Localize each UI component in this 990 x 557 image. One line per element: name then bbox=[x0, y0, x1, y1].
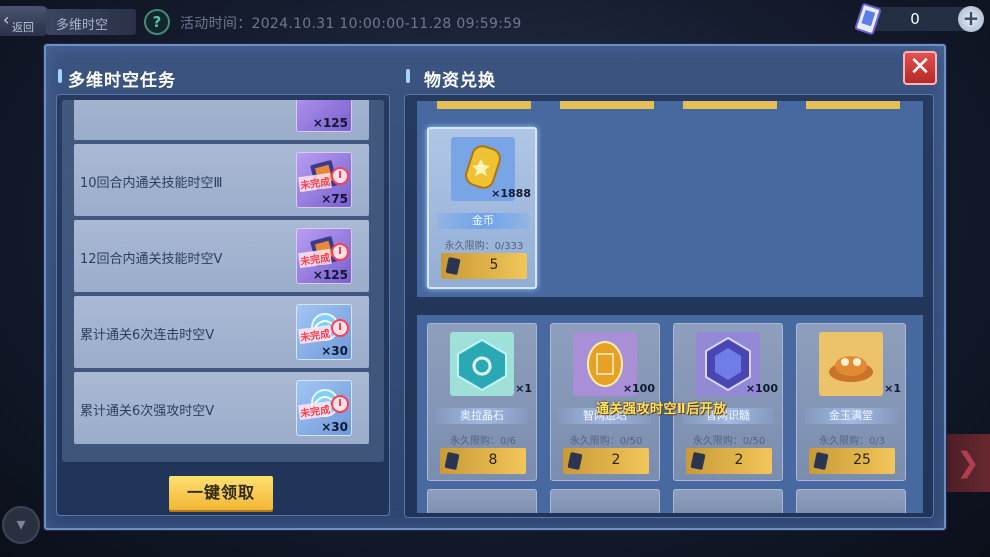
shop-item-card-partial[interactable] bbox=[550, 489, 660, 513]
shop-item-card[interactable]: ×1 金玉满堂 永久限购：0/3 25 bbox=[796, 323, 906, 481]
shop-item-card[interactable]: ×1 奥拉晶石 永久限购：0/6 8 bbox=[427, 323, 537, 481]
ticket-currency-icon bbox=[854, 3, 882, 35]
currency-value: 0 bbox=[910, 10, 920, 28]
card-stub bbox=[560, 101, 654, 109]
card-stub bbox=[437, 101, 531, 109]
feast-dish-icon bbox=[819, 332, 883, 396]
clock-icon bbox=[331, 167, 349, 185]
reward-item[interactable]: 未完成 ×75 bbox=[296, 152, 352, 208]
task-row: 12回合内通关技能时空Ⅴ 未完成 ×125 bbox=[74, 220, 369, 292]
item-name: 金玉满堂 bbox=[805, 408, 897, 424]
shop-item-card[interactable]: ×1888 金币 永久限购：0/333 5 bbox=[427, 127, 537, 289]
purchase-limit: 永久限购：0/333 bbox=[444, 241, 524, 252]
add-currency-button[interactable]: + bbox=[958, 6, 984, 32]
close-button[interactable]: ✕ bbox=[903, 51, 937, 85]
task-list[interactable]: ×125 10回合内通关技能时空Ⅲ 未完成 ×75 12回合内通关技能时空Ⅴ 未… bbox=[62, 100, 384, 462]
price-button[interactable]: 25 bbox=[809, 448, 895, 474]
item-name: 金币 bbox=[437, 213, 529, 229]
item-qty: ×100 bbox=[745, 382, 778, 395]
price-value: 2 bbox=[734, 452, 744, 468]
help-icon[interactable]: ? bbox=[144, 9, 170, 35]
shop-scroll[interactable]: ×1888 金币 永久限购：0/333 5 ×1 奥拉晶石 永久限购：0/6 8 bbox=[417, 101, 923, 513]
price-button[interactable]: 5 bbox=[441, 253, 527, 279]
price-value: 25 bbox=[853, 452, 871, 468]
ticket-currency-icon bbox=[813, 451, 829, 471]
unlock-condition-text: 通关强攻时空Ⅱ后开放 bbox=[596, 402, 727, 417]
back-label: 返回 bbox=[12, 21, 34, 34]
task-name: 10回合内通关技能时空Ⅲ bbox=[80, 176, 223, 191]
reward-item[interactable]: 未完成 ×125 bbox=[296, 228, 352, 284]
title-accent bbox=[406, 69, 410, 83]
top-bar: ‹ 返回 多维时空 ? 活动时间：2024.10.31 10:00:00-11.… bbox=[0, 0, 990, 40]
reward-qty: ×30 bbox=[321, 420, 348, 434]
item-qty: ×1888 bbox=[491, 187, 531, 200]
task-name: 累计通关6次连击时空Ⅴ bbox=[80, 328, 215, 343]
price-value: 2 bbox=[611, 452, 621, 468]
page-title: 多维时空 bbox=[46, 9, 136, 35]
task-row: 10回合内通关技能时空Ⅲ 未完成 ×75 bbox=[74, 144, 369, 216]
price-button[interactable]: 2 bbox=[563, 448, 649, 474]
shop-item-card-partial[interactable] bbox=[673, 489, 783, 513]
claim-all-button[interactable]: 一键领取 bbox=[169, 476, 273, 510]
item-qty: ×100 bbox=[622, 382, 655, 395]
purchase-limit: 永久限购：0/6 bbox=[449, 436, 517, 447]
item-name: 奥拉晶石 bbox=[436, 408, 528, 424]
next-arrow-icon[interactable]: ❯ bbox=[946, 434, 990, 492]
task-panel-title: 多维时空任务 bbox=[68, 71, 176, 91]
clock-icon bbox=[331, 243, 349, 261]
price-button[interactable]: 2 bbox=[686, 448, 772, 474]
clock-icon bbox=[331, 319, 349, 337]
crystal-cube-icon bbox=[450, 332, 514, 396]
ticket-currency-icon bbox=[690, 451, 706, 471]
task-row-partial: ×125 bbox=[74, 100, 369, 140]
reward-qty: ×75 bbox=[321, 192, 348, 206]
ticket-currency-icon bbox=[567, 451, 583, 471]
shop-item-card-partial[interactable] bbox=[796, 489, 906, 513]
clock-icon bbox=[331, 395, 349, 413]
ticket-currency-icon bbox=[444, 451, 460, 471]
reward-qty: ×125 bbox=[312, 116, 348, 130]
card-stub bbox=[806, 101, 900, 109]
reward-item[interactable]: 未完成 ×30 bbox=[296, 380, 352, 436]
purchase-limit: 永久限购：0/50 bbox=[692, 436, 766, 447]
ticket-currency-icon bbox=[445, 256, 461, 276]
reward-qty: ×125 bbox=[312, 268, 348, 282]
item-qty: ×1 bbox=[515, 382, 532, 395]
shop-panel-title: 物资兑换 bbox=[424, 71, 496, 91]
price-value: 8 bbox=[488, 452, 498, 468]
shop-panel[interactable]: ×1888 金币 永久限购：0/333 5 ×1 奥拉晶石 永久限购：0/6 8 bbox=[404, 94, 934, 518]
item-qty: ×1 bbox=[884, 382, 901, 395]
purchase-limit: 永久限购：0/3 bbox=[818, 436, 886, 447]
task-row: 累计通关6次强攻时空Ⅴ 未完成 ×30 bbox=[74, 372, 369, 444]
back-arrow-icon: ‹ bbox=[3, 10, 10, 29]
reward-item[interactable]: ×125 bbox=[296, 100, 352, 132]
task-name: 累计通关6次强攻时空Ⅴ bbox=[80, 404, 215, 419]
purchase-limit: 永久限购：0/50 bbox=[569, 436, 643, 447]
reward-item[interactable]: 未完成 ×30 bbox=[296, 304, 352, 360]
back-button[interactable]: ‹ 返回 bbox=[0, 6, 48, 36]
title-accent bbox=[58, 69, 62, 83]
task-row: 累计通关6次连击时空Ⅴ 未完成 ×30 bbox=[74, 296, 369, 368]
task-name: 12回合内通关技能时空Ⅴ bbox=[80, 252, 223, 267]
reward-qty: ×30 bbox=[321, 344, 348, 358]
price-button[interactable]: 8 bbox=[440, 448, 526, 474]
menu-icon[interactable]: ▾ bbox=[2, 506, 40, 544]
event-time: 活动时间：2024.10.31 10:00:00-11.28 09:59:59 bbox=[180, 16, 522, 32]
shop-item-card-partial[interactable] bbox=[427, 489, 537, 513]
card-stub bbox=[683, 101, 777, 109]
price-value: 5 bbox=[489, 257, 499, 273]
